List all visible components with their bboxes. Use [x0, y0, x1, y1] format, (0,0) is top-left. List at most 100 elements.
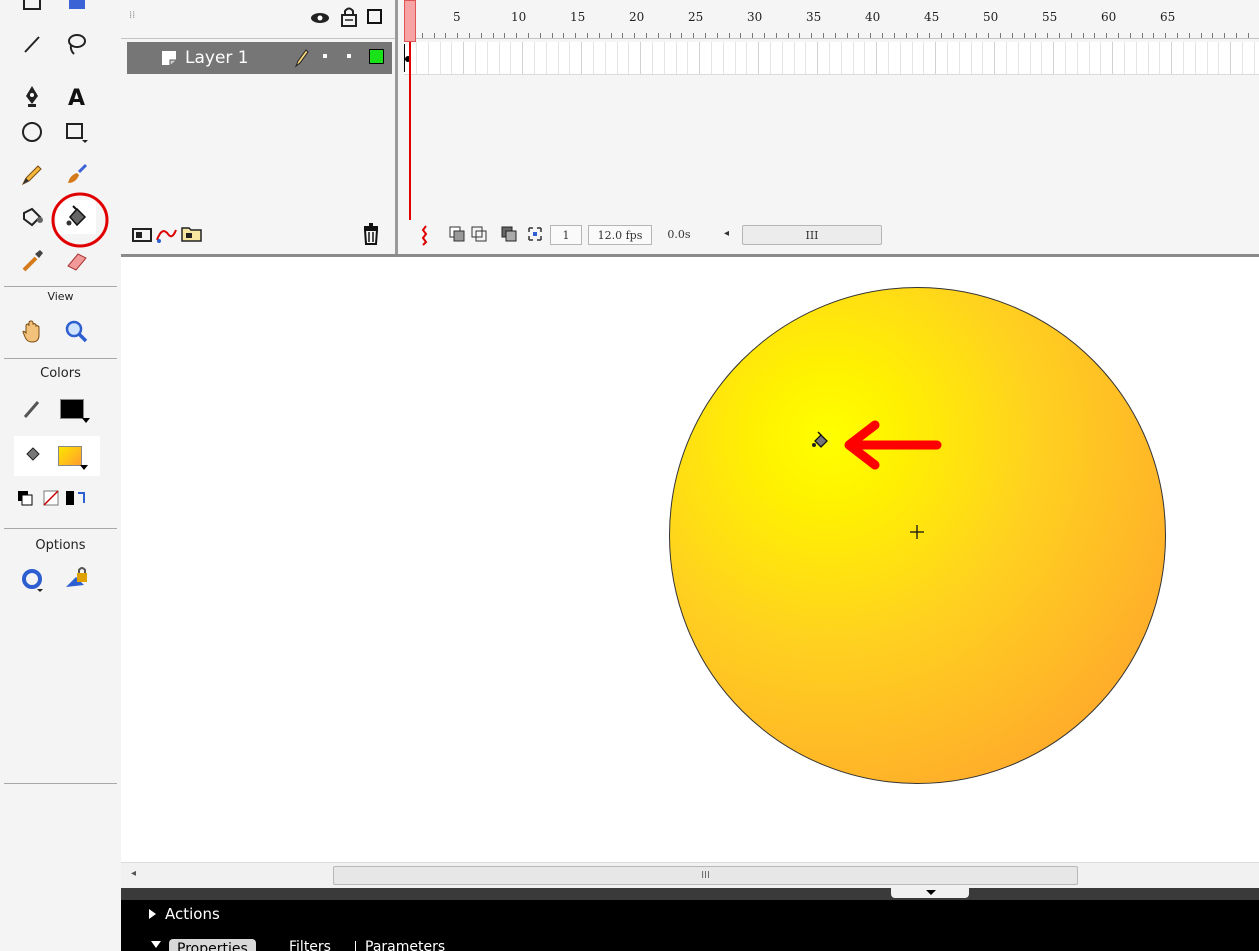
timeline-scroll-thumb[interactable]: III [742, 225, 882, 245]
layer-header: ⁞⁞ [121, 0, 395, 39]
layer-name[interactable]: Layer 1 [185, 48, 249, 68]
insert-layer-icon[interactable] [131, 223, 155, 249]
current-frame-field[interactable]: 1 [550, 225, 582, 245]
frame-cell-divider [557, 42, 559, 74]
ruler-tick [858, 33, 860, 38]
gradient-transform-icon[interactable] [56, 0, 96, 20]
frame-cell-divider [486, 42, 488, 74]
ruler-tick [575, 33, 577, 38]
visibility-dot[interactable] [323, 54, 327, 58]
stroke-color-swatch[interactable] [60, 399, 84, 419]
actions-panel-title[interactable]: Actions [165, 905, 220, 923]
frame-cell-divider [569, 42, 571, 74]
ruler-label: 65 [1160, 10, 1176, 24]
frame-cell-divider [652, 42, 653, 74]
lock-icon[interactable] [339, 6, 359, 32]
lock-fill-icon[interactable] [56, 560, 96, 594]
ruler-tick [480, 33, 482, 38]
ruler-tick [764, 33, 765, 38]
ruler-tick [775, 33, 777, 38]
tab-properties[interactable]: Properties [169, 939, 256, 951]
frame-cell-divider [1088, 42, 1090, 74]
ruler-tick [551, 33, 553, 38]
collapse-arrow-icon[interactable] [151, 941, 161, 948]
tab-filters[interactable]: Filters [289, 939, 331, 951]
scroll-left-icon[interactable]: ◂ [724, 228, 729, 239]
ruler-tick [728, 33, 730, 38]
keyframe-start-line [404, 44, 405, 72]
frame-ruler[interactable]: 1 5 10 15 20 25 30 35 40 45 50 55 60 65 [404, 0, 1259, 39]
rectangle-icon[interactable] [56, 115, 96, 149]
frame-cell-divider [616, 42, 618, 74]
ruler-label: 25 [688, 10, 704, 24]
frame-cell-divider [958, 42, 960, 74]
center-frame-icon[interactable] [418, 224, 434, 250]
tools-divider [4, 286, 117, 287]
frame-cell-divider [534, 42, 535, 74]
layer-column: ⁞⁞ Layer 1 [121, 0, 395, 256]
modify-onion-markers-icon[interactable] [526, 225, 544, 247]
ink-bottle-icon[interactable] [12, 200, 52, 234]
ruler-tick [622, 33, 624, 38]
eye-icon[interactable] [309, 8, 331, 32]
ruler-tick [457, 33, 459, 38]
scrollbar-thumb[interactable]: III [333, 866, 1078, 885]
tools-divider [4, 783, 117, 784]
zoom-icon[interactable] [56, 314, 96, 348]
eyedropper-icon[interactable] [12, 243, 52, 277]
frame-cell-divider [817, 42, 819, 74]
stroke-color-pencil-icon [12, 392, 52, 426]
free-transform-icon[interactable] [12, 0, 52, 20]
brush-icon[interactable] [56, 158, 96, 192]
frame-row[interactable] [404, 42, 1259, 75]
frame-cell-divider [463, 42, 465, 74]
ruler-tick [1118, 33, 1119, 38]
ruler-label: 50 [983, 10, 999, 24]
fill-color-swatch[interactable] [58, 446, 82, 466]
hand-icon[interactable] [12, 314, 52, 348]
layer-color-swatch[interactable] [369, 49, 384, 64]
trash-icon[interactable] [361, 222, 381, 250]
ruler-tick [445, 33, 447, 38]
outline-icon[interactable] [367, 9, 382, 24]
ruler-label: 45 [924, 10, 940, 24]
horizontal-scrollbar[interactable]: ◂ III [121, 862, 1259, 889]
ruler-tick [811, 33, 813, 38]
timeline-splitter[interactable] [395, 0, 398, 256]
collapse-panel-button[interactable] [891, 888, 969, 898]
insert-folder-icon[interactable] [179, 222, 205, 248]
frame-cell-divider [1171, 42, 1173, 74]
frame-cell-divider [1147, 42, 1149, 74]
playhead[interactable] [404, 0, 416, 42]
layer-row[interactable]: Layer 1 [127, 42, 392, 74]
edit-multiple-frames-icon[interactable] [500, 225, 518, 247]
onion-skin-outlines-icon[interactable] [470, 225, 488, 247]
motion-guide-icon[interactable] [154, 224, 178, 250]
options-section-label: Options [35, 538, 86, 553]
onion-skin-icon[interactable] [448, 225, 466, 247]
frame-rate-field[interactable]: 12.0 fps [588, 225, 652, 245]
lock-dot[interactable] [347, 54, 351, 58]
frame-cell-divider [758, 42, 760, 74]
tab-parameters[interactable]: Parameters [365, 939, 445, 951]
ruler-label: 20 [629, 10, 645, 24]
pencil-icon[interactable] [12, 158, 52, 192]
ruler-tick [1023, 33, 1025, 38]
actions-panel-header[interactable]: Actions [121, 900, 1259, 927]
eraser-icon[interactable] [56, 243, 96, 277]
grip-icon[interactable]: ⁞⁞ [129, 10, 135, 21]
oval-icon[interactable] [12, 115, 52, 149]
pen-icon[interactable] [12, 79, 52, 113]
ruler-tick [1247, 33, 1249, 38]
scroll-left-icon[interactable]: ◂ [131, 868, 136, 879]
ruler-tick [1224, 33, 1226, 38]
ruler-label: 35 [806, 10, 822, 24]
gap-size-icon[interactable] [12, 562, 52, 596]
line-icon[interactable] [12, 27, 52, 61]
frame-cell-divider [1242, 42, 1243, 74]
stage[interactable] [121, 257, 1259, 862]
frame-cell-divider [1065, 42, 1066, 74]
ruler-tick [693, 33, 695, 38]
text-icon[interactable]: A [56, 79, 96, 113]
lasso-icon[interactable] [56, 27, 96, 61]
